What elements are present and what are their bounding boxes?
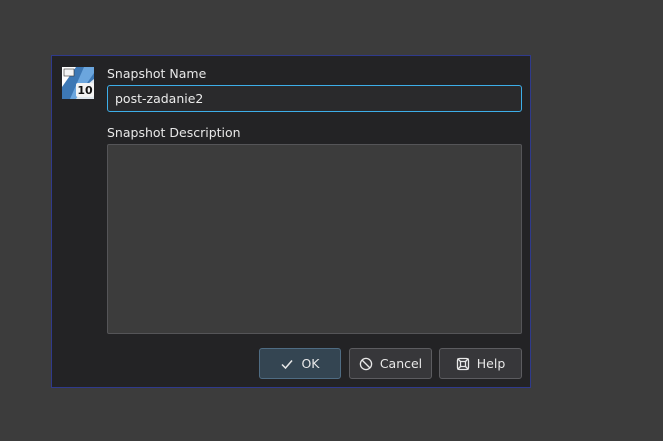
cancel-button-label: Cancel	[379, 356, 423, 371]
ok-button-label: OK	[301, 356, 320, 371]
help-button[interactable]: Help	[439, 348, 522, 379]
help-button-label: Help	[476, 356, 506, 371]
snapshot-description-label: Snapshot Description	[107, 125, 241, 140]
cancel-button[interactable]: Cancel	[349, 348, 432, 379]
lifebuoy-icon	[456, 357, 470, 371]
checkmark-icon	[280, 357, 294, 371]
svg-text:10: 10	[77, 84, 93, 97]
cancel-icon	[359, 357, 373, 371]
ok-button[interactable]: OK	[259, 348, 341, 379]
snapshot-name-label: Snapshot Name	[107, 66, 207, 81]
snapshot-description-textarea[interactable]	[107, 144, 522, 334]
application-10-icon: 10	[62, 67, 94, 99]
snapshot-name-input[interactable]	[107, 85, 522, 112]
snapshot-dialog: 10 Snapshot Name Snapshot Description OK…	[51, 55, 531, 388]
